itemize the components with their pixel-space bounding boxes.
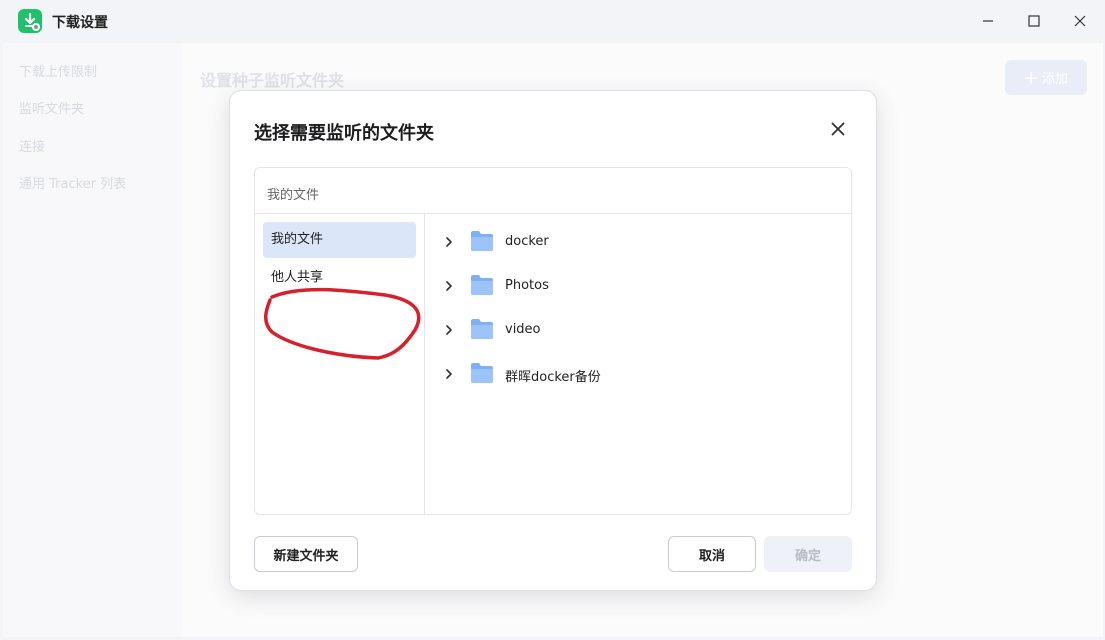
folder-icon (471, 275, 493, 295)
folder-name: docker (505, 234, 549, 249)
chevron-right-icon[interactable] (442, 279, 456, 293)
location-pane: 我的文件 他人共享 (255, 214, 425, 514)
chevron-right-icon[interactable] (442, 235, 456, 249)
chevron-right-icon[interactable] (442, 367, 456, 381)
list-item[interactable]: Photos (426, 264, 851, 308)
cancel-button[interactable]: 取消 (668, 536, 756, 572)
select-folder-dialog: 选择需要监听的文件夹 我的文件 我的文件 他人共享 docker Photos (229, 90, 877, 591)
dialog-close-button[interactable] (826, 117, 850, 141)
folder-icon (471, 363, 493, 383)
folder-name: video (505, 322, 541, 337)
confirm-button[interactable]: 确定 (764, 536, 852, 572)
new-folder-button[interactable]: 新建文件夹 (254, 536, 358, 572)
close-icon (831, 122, 845, 136)
folder-browser: 我的文件 我的文件 他人共享 docker Photos video 群晖doc… (254, 167, 852, 515)
path-bar: 我的文件 (255, 168, 851, 214)
folder-icon (471, 231, 493, 251)
chevron-right-icon[interactable] (442, 323, 456, 337)
list-item[interactable]: 群晖docker备份 (426, 352, 851, 396)
folder-name: Photos (505, 278, 549, 293)
folder-name: 群晖docker备份 (505, 370, 601, 385)
list-item[interactable]: docker (426, 220, 851, 264)
folder-icon (471, 319, 493, 339)
list-item[interactable]: video (426, 308, 851, 352)
location-item-shared[interactable]: 他人共享 (263, 260, 416, 296)
folder-list: docker Photos video 群晖docker备份 (426, 214, 851, 514)
dialog-title: 选择需要监听的文件夹 (254, 123, 434, 144)
location-item-my-files[interactable]: 我的文件 (263, 222, 416, 258)
breadcrumb[interactable]: 我的文件 (267, 184, 319, 203)
